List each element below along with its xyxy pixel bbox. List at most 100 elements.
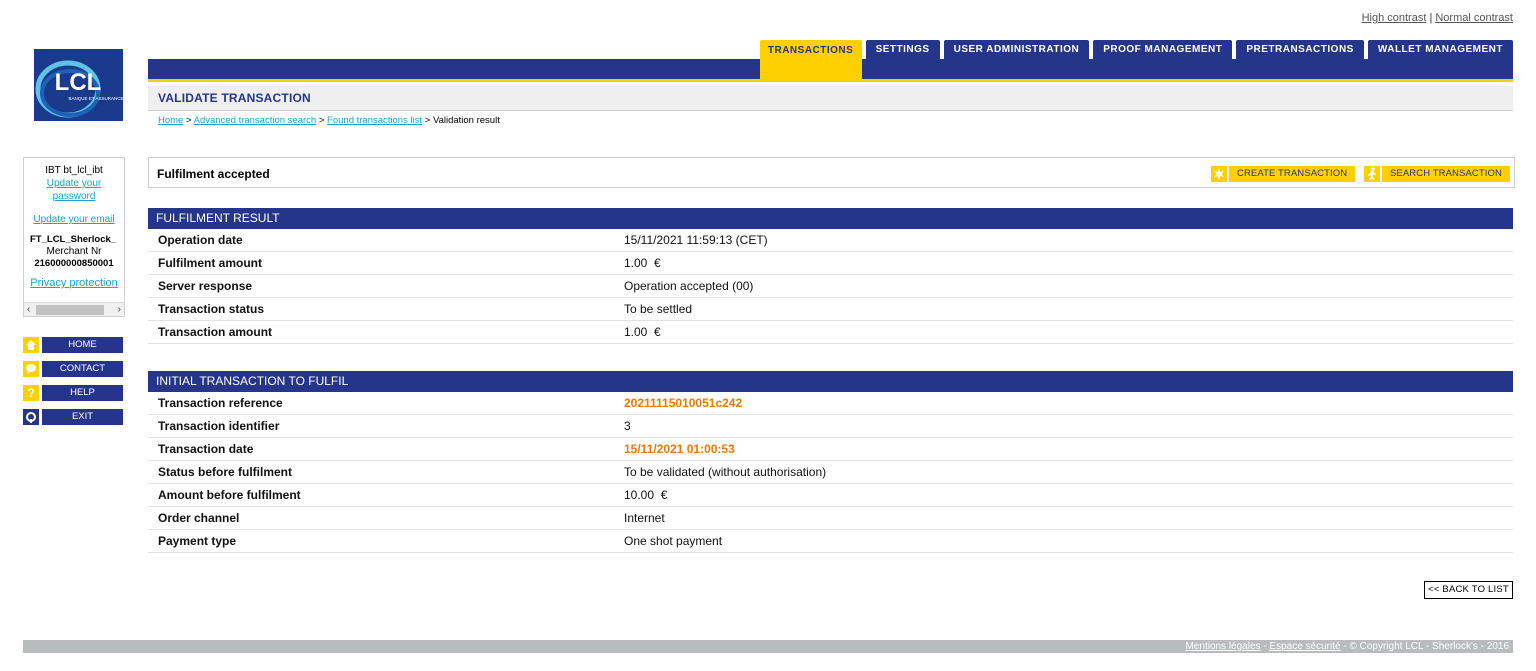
- detail-label: Status before fulfilment: [158, 465, 293, 479]
- breadcrumb-found-list[interactable]: Found transactions list: [327, 115, 422, 126]
- detail-row: Status before fulfilment To be validated…: [148, 461, 1513, 484]
- breadcrumb-home[interactable]: Home: [158, 115, 183, 126]
- breadcrumb-advanced-search[interactable]: Advanced transaction search: [194, 115, 317, 126]
- user-name: IBT bt_lcl_ibt: [45, 165, 103, 176]
- copyright: © Copyright LCL - Sherlock's - 2016: [1349, 641, 1509, 652]
- main-tabs: TRANSACTIONS SETTINGS USER ADMINISTRATIO…: [759, 40, 1513, 79]
- section-title: INITIAL TRANSACTION TO FULFIL: [148, 371, 1513, 392]
- create-transaction-button[interactable]: CREATE TRANSACTION: [1211, 166, 1356, 182]
- create-transaction-label: CREATE TRANSACTION: [1229, 166, 1356, 182]
- contrast-separator: |: [1429, 12, 1433, 24]
- initial-transaction-section: INITIAL TRANSACTION TO FULFIL Transactio…: [148, 371, 1513, 553]
- detail-label: Payment type: [158, 534, 237, 548]
- detail-value: Operation accepted (00): [624, 279, 754, 293]
- merchant-nr: 216000000850001: [34, 258, 114, 269]
- tab-user-administration[interactable]: USER ADMINISTRATION: [943, 40, 1090, 59]
- search-transaction-button[interactable]: SEARCH TRANSACTION: [1364, 166, 1510, 182]
- detail-label: Transaction identifier: [158, 419, 280, 433]
- scroll-right-icon[interactable]: ›: [118, 304, 121, 315]
- detail-row: Server response Operation accepted (00): [148, 275, 1513, 298]
- detail-label: Order channel: [158, 511, 240, 525]
- breadcrumb-separator: >: [185, 115, 192, 126]
- merchant-nr-label: Merchant Nr: [46, 246, 102, 257]
- result-action-box: Fulfilment accepted CREATE TRANSACTION S…: [148, 157, 1515, 188]
- transaction-reference-value: 20211115010051c242: [624, 396, 743, 410]
- detail-row: Order channel Internet: [148, 507, 1513, 530]
- detail-value: 1.00 €: [624, 325, 661, 339]
- new-star-icon: [1211, 166, 1227, 182]
- back-to-list-button[interactable]: << BACK TO LIST: [1424, 581, 1513, 599]
- breadcrumb-separator: >: [318, 115, 325, 126]
- update-password-link[interactable]: Update your password: [39, 177, 109, 203]
- user-panel: IBT bt_lcl_ibt Update your password Upda…: [23, 157, 125, 317]
- footer: Mentions légales - Espace sécurité - © C…: [23, 640, 1513, 653]
- detail-value: 10.00 €: [624, 488, 668, 502]
- detail-value: To be validated (without authorisation): [624, 465, 827, 479]
- contrast-switch: High contrast | Normal contrast: [1362, 12, 1513, 24]
- detail-row: Transaction amount 1.00 €: [148, 321, 1513, 344]
- nav-home-label: HOME: [42, 337, 123, 353]
- result-message: Fulfilment accepted: [157, 167, 270, 181]
- detail-value: 1.00 €: [624, 256, 661, 270]
- nav-exit-label: EXIT: [42, 409, 123, 425]
- breadcrumb-current: Validation result: [432, 115, 500, 126]
- logo-tagline: BANQUE ET ASSURANCE: [69, 96, 123, 101]
- tab-transactions[interactable]: TRANSACTIONS: [759, 40, 862, 79]
- scrollbar-thumb[interactable]: [36, 305, 104, 315]
- section-title: FULFILMENT RESULT: [148, 208, 1513, 229]
- detail-label: Operation date: [158, 233, 243, 247]
- tab-proof-management[interactable]: PROOF MANAGEMENT: [1093, 40, 1233, 59]
- logo-text: LCL: [55, 69, 102, 96]
- merchant-name: FT_LCL_Sherlock_: [30, 234, 117, 245]
- detail-label: Transaction status: [158, 302, 265, 316]
- detail-row: Transaction status To be settled: [148, 298, 1513, 321]
- update-email-link[interactable]: Update your email: [33, 214, 114, 225]
- search-transaction-label: SEARCH TRANSACTION: [1382, 166, 1510, 182]
- legal-notice-link[interactable]: Mentions légales: [1185, 641, 1260, 652]
- detail-row: Amount before fulfilment 10.00 €: [148, 484, 1513, 507]
- nav-home[interactable]: HOME: [23, 337, 123, 353]
- horizontal-scrollbar[interactable]: ‹ ›: [24, 302, 124, 316]
- nav-help[interactable]: ? HELP: [23, 385, 123, 401]
- detail-row: Fulfilment amount 1.00 €: [148, 252, 1513, 275]
- page-title: VALIDATE TRANSACTION: [158, 91, 311, 105]
- detail-row: Payment type One shot payment: [148, 530, 1513, 553]
- detail-value: One shot payment: [624, 534, 723, 548]
- detail-row: Transaction reference 20211115010051c242: [148, 392, 1513, 415]
- security-space-link[interactable]: Espace sécurité: [1269, 641, 1340, 652]
- walking-person-icon: [1364, 166, 1380, 182]
- page-title-bar: VALIDATE TRANSACTION: [148, 86, 1513, 111]
- detail-row: Transaction identifier 3: [148, 415, 1513, 438]
- nav-contact-label: CONTACT: [42, 361, 123, 377]
- power-icon: [23, 409, 39, 425]
- detail-value: 3: [624, 419, 631, 433]
- detail-row: Transaction date 15/11/2021 01:00:53: [148, 438, 1513, 461]
- nav-contact[interactable]: CONTACT: [23, 361, 123, 377]
- detail-label: Fulfilment amount: [158, 256, 262, 270]
- detail-label: Transaction reference: [158, 396, 283, 410]
- nav-help-label: HELP: [42, 385, 123, 401]
- detail-row: Operation date 15/11/2021 11:59:13 (CET): [148, 229, 1513, 252]
- high-contrast-link[interactable]: High contrast: [1362, 12, 1427, 24]
- home-icon: [23, 337, 39, 353]
- lcl-logo[interactable]: LCL BANQUE ET ASSURANCE: [34, 49, 123, 121]
- detail-label: Amount before fulfilment: [158, 488, 301, 502]
- scroll-left-icon[interactable]: ‹: [27, 304, 30, 315]
- tab-pretransactions[interactable]: PRETRANSACTIONS: [1236, 40, 1364, 59]
- speech-bubble-icon: [23, 361, 39, 377]
- breadcrumb: Home > Advanced transaction search > Fou…: [158, 115, 500, 126]
- nav-exit[interactable]: EXIT: [23, 409, 123, 425]
- normal-contrast-link[interactable]: Normal contrast: [1435, 12, 1513, 24]
- tab-wallet-management[interactable]: WALLET MANAGEMENT: [1367, 40, 1513, 59]
- detail-value: To be settled: [624, 302, 693, 316]
- tab-settings[interactable]: SETTINGS: [865, 40, 940, 59]
- detail-label: Transaction amount: [158, 325, 273, 339]
- breadcrumb-separator: >: [424, 115, 431, 126]
- fulfilment-result-section: FULFILMENT RESULT Operation date 15/11/2…: [148, 208, 1513, 344]
- transaction-date-value: 15/11/2021 01:00:53: [624, 442, 735, 456]
- detail-label: Server response: [158, 279, 253, 293]
- detail-value: Internet: [624, 511, 665, 525]
- privacy-protection-link[interactable]: Privacy protection: [24, 277, 124, 289]
- detail-label: Transaction date: [158, 442, 254, 456]
- side-navigation: HOME CONTACT ? HELP EXIT: [23, 337, 123, 433]
